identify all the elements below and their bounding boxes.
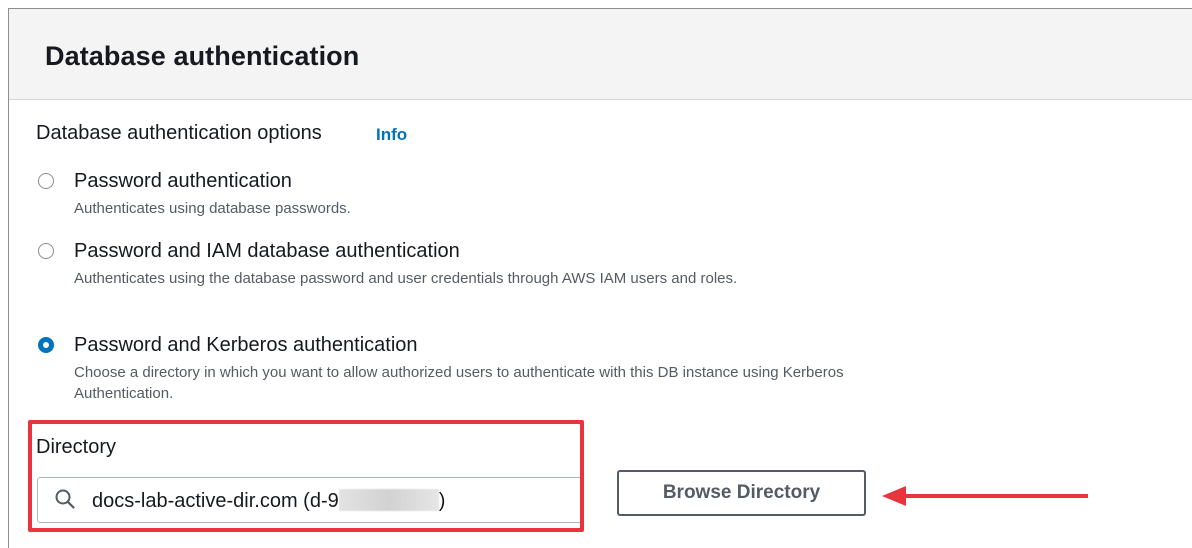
radio-description-password: Authenticates using database passwords. [74,200,351,217]
info-link[interactable]: Info [376,125,407,145]
directory-highlight-box [28,420,584,532]
radio-button-password-kerberos[interactable] [38,337,54,353]
radio-button-password-iam[interactable] [38,243,54,259]
panel-title: Database authentication [45,41,360,71]
auth-options-label: Database authentication options [36,122,322,144]
browse-directory-button[interactable]: Browse Directory [617,470,866,516]
radio-label-password-kerberos[interactable]: Password and Kerberos authentication [74,334,418,357]
radio-description-password-kerberos: Choose a directory in which you want to … [74,364,844,402]
radio-description-password-iam: Authenticates using the database passwor… [74,270,738,287]
radio-button-password[interactable] [38,173,54,189]
arrow-left-icon [882,486,1088,506]
panel-header: Database authentication [9,9,1192,100]
radio-label-password[interactable]: Password authentication [74,170,292,193]
radio-label-password-iam[interactable]: Password and IAM database authentication [74,240,460,263]
